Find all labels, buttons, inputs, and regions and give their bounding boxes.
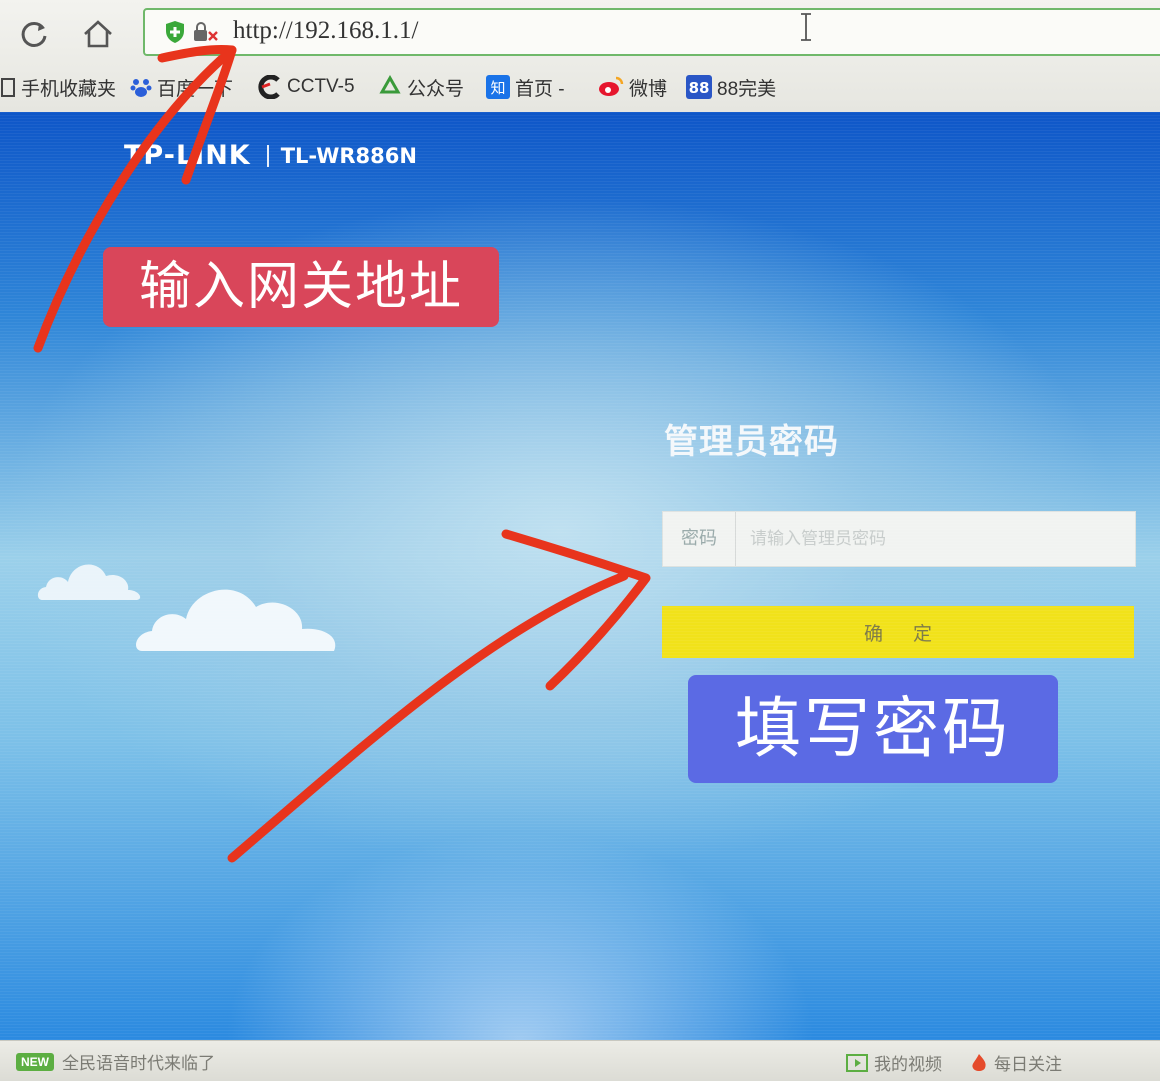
bookmark-label: 首页 - xyxy=(515,78,565,100)
daily-follow-item[interactable]: 每日关注 xyxy=(970,1050,1062,1075)
security-shield-icon xyxy=(165,20,185,48)
lock-warning-icon xyxy=(193,22,219,46)
login-title: 管理员密码 xyxy=(664,422,839,462)
my-video-item[interactable]: 我的视频 xyxy=(846,1050,942,1075)
svg-text:88: 88 xyxy=(689,79,710,97)
refresh-button[interactable] xyxy=(14,14,54,54)
daily-follow-label: 每日关注 xyxy=(994,1055,1062,1074)
bookmark-weibo[interactable]: 微博 xyxy=(598,72,667,102)
bookmark-label: CCTV-5 xyxy=(287,76,355,97)
weibo-icon xyxy=(598,76,624,98)
router-model: TL-WR886N xyxy=(280,143,417,168)
88-icon: 88 xyxy=(686,75,712,99)
bookmark-88wanmei[interactable]: 88 88完美 xyxy=(686,72,776,102)
gateway-address-tag: 输入网关地址 xyxy=(103,247,499,327)
bookmark-mobile-favorites[interactable]: 手机收藏夹 xyxy=(0,72,116,102)
large-cloud-icon xyxy=(136,589,336,651)
password-label: 密码 xyxy=(663,512,736,566)
brand-divider xyxy=(266,144,269,167)
my-video-label: 我的视频 xyxy=(874,1055,942,1074)
text-cursor-icon xyxy=(799,12,813,46)
password-input[interactable] xyxy=(736,511,1135,567)
news-badge-icon: NEW xyxy=(16,1052,54,1071)
tplink-logo: TP-LINK xyxy=(124,140,251,171)
statusbar-news[interactable]: NEW 全民语音时代来临了 xyxy=(16,1049,215,1074)
password-hint-tag: 填写密码 xyxy=(688,675,1058,783)
bookmark-label: 微博 xyxy=(629,78,668,100)
address-bar[interactable]: http://192.168.1.1/ xyxy=(143,8,1160,56)
password-field[interactable]: 密码 xyxy=(662,511,1136,567)
zhihu-icon: 知 xyxy=(486,75,510,99)
bookmark-zhihu-home[interactable]: 知 首页 - xyxy=(486,72,565,102)
bookmark-official-account[interactable]: 公众号 xyxy=(378,72,464,102)
refresh-icon xyxy=(21,21,47,47)
svg-text:知: 知 xyxy=(490,79,505,97)
bookmark-label: 88完美 xyxy=(717,78,777,100)
cctv-icon xyxy=(258,75,282,99)
browser-statusbar: NEW 全民语音时代来临了 我的视频 每日关注 xyxy=(0,1040,1160,1081)
small-cloud-icon xyxy=(37,564,141,600)
browser-toolbar: http://192.168.1.1/ 手机收藏夹 百度一下 CCTV-5 公众… xyxy=(0,0,1160,112)
baidu-paw-icon xyxy=(130,76,152,98)
recycle-icon xyxy=(378,75,402,99)
bookmark-label: 百度一下 xyxy=(157,78,234,100)
bookmarks-bar: 手机收藏夹 百度一下 CCTV-5 公众号 知 首页 - 微博 88 88完美 xyxy=(0,66,1160,108)
folder-icon xyxy=(0,77,16,97)
home-icon xyxy=(84,20,112,48)
url-text[interactable]: http://192.168.1.1/ xyxy=(233,17,418,45)
bookmark-label: 手机收藏夹 xyxy=(21,78,117,100)
home-button[interactable] xyxy=(78,14,118,54)
bookmark-label: 公众号 xyxy=(407,78,465,100)
confirm-button[interactable]: 确定 xyxy=(662,606,1134,658)
bookmark-cctv5[interactable]: CCTV-5 xyxy=(258,72,355,102)
statusbar-news-text: 全民语音时代来临了 xyxy=(62,1054,215,1073)
bookmark-baidu[interactable]: 百度一下 xyxy=(130,72,233,102)
brand-header: TP-LINK TL-WR886N xyxy=(124,140,417,171)
video-icon xyxy=(846,1053,868,1073)
flame-icon xyxy=(970,1053,988,1073)
